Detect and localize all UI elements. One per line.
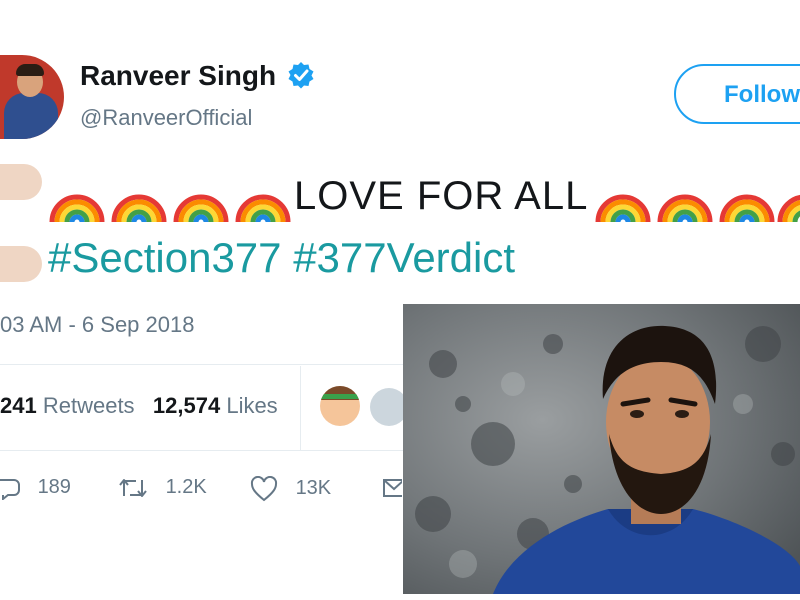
retweets-count: 241	[0, 393, 37, 418]
display-name[interactable]: Ranveer Singh	[80, 60, 276, 92]
rainbow-emoji-icon	[235, 194, 291, 223]
engagement-stats: 241 Retweets 12,574 Likes	[0, 393, 278, 419]
reply-count: 189	[37, 476, 71, 499]
avatar[interactable]	[0, 55, 64, 139]
retweet-icon	[119, 479, 147, 497]
embedded-photo	[403, 304, 800, 594]
tweet-text: LOVE FOR ALL	[294, 174, 589, 218]
divider	[300, 366, 301, 450]
reply-icon	[0, 479, 20, 502]
divider	[0, 450, 403, 451]
rainbow-emoji-icon	[719, 194, 775, 223]
retweet-button[interactable]: 1.2K	[118, 476, 207, 500]
follow-button[interactable]: Follow	[674, 64, 800, 124]
likes-label: Likes	[226, 393, 278, 418]
tweet-hashtags[interactable]: #Section377 #377Verdict	[48, 234, 515, 282]
verified-badge-icon	[288, 62, 314, 89]
user-handle[interactable]: @RanveerOfficial	[80, 105, 252, 131]
retweets-link[interactable]: 241 Retweets	[0, 393, 135, 418]
likes-link[interactable]: 12,574 Likes	[153, 393, 278, 418]
rainbow-emoji-icon	[173, 194, 229, 223]
tweet-timestamp[interactable]: 03 AM - 6 Sep 2018	[0, 312, 194, 338]
direct-message-button[interactable]	[382, 476, 407, 500]
retweets-label: Retweets	[42, 393, 135, 418]
heart-icon	[250, 475, 278, 502]
envelope-icon	[383, 479, 407, 497]
portrait-photo	[403, 304, 800, 594]
raised-hand-emoji-icon	[0, 164, 42, 200]
rainbow-emoji-icon	[595, 194, 651, 223]
raised-hand-emoji-icon	[0, 246, 42, 282]
rainbow-emoji-icon	[49, 194, 105, 223]
rainbow-emoji-icon	[657, 194, 713, 223]
reply-button[interactable]: 189	[0, 476, 71, 502]
like-count: 13K	[295, 477, 332, 500]
likes-count: 12,574	[152, 393, 221, 418]
rainbow-emoji-icon	[111, 194, 167, 223]
liker-avatar[interactable]	[320, 386, 360, 426]
rainbow-emoji-icon	[777, 194, 800, 223]
divider	[0, 364, 403, 365]
retweet-count: 1.2K	[165, 476, 207, 499]
like-button[interactable]: 13K	[250, 475, 332, 502]
